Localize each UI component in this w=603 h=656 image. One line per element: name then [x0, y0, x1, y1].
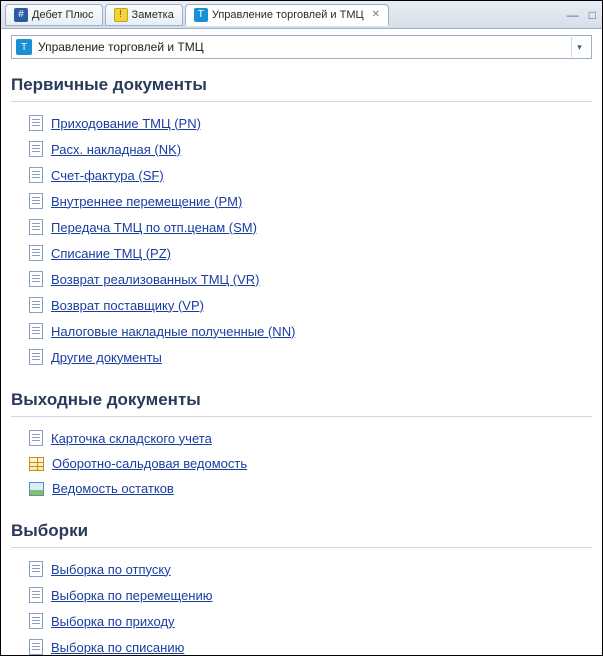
maximize-icon[interactable]: □ — [587, 8, 598, 22]
document-icon — [29, 219, 43, 235]
list-item: Выборка по списанию — [29, 634, 592, 655]
tab-note[interactable]: ! Заметка — [105, 4, 183, 26]
nav-link[interactable]: Другие документы — [51, 350, 162, 365]
document-icon — [29, 430, 43, 446]
report-icon — [29, 482, 44, 496]
nav-link[interactable]: Передача ТМЦ по отп.ценам (SM) — [51, 220, 257, 235]
list-item: Ведомость остатков — [29, 476, 592, 501]
list-item: Оборотно-сальдовая ведомость — [29, 451, 592, 476]
nav-link[interactable]: Внутреннее перемещение (PM) — [51, 194, 242, 209]
tab-label: Заметка — [132, 9, 174, 21]
tab-label: Управление торговлей и ТМЦ — [212, 9, 364, 21]
link-list: Карточка складского учета Оборотно-сальдо… — [29, 425, 592, 501]
section-title: Выборки — [11, 513, 592, 548]
document-icon — [29, 115, 43, 131]
nav-link[interactable]: Выборка по перемещению — [51, 588, 212, 603]
note-icon: ! — [114, 8, 128, 22]
app-icon: # — [14, 8, 28, 22]
document-icon — [29, 297, 43, 313]
section-title: Первичные документы — [11, 67, 592, 102]
list-item: Налоговые накладные полученные (NN) — [29, 318, 592, 344]
tab-bar: # Дебет Плюс ! Заметка T Управление торг… — [1, 1, 602, 29]
nav-link[interactable]: Выборка по приходу — [51, 614, 175, 629]
nav-link[interactable]: Налоговые накладные полученные (NN) — [51, 324, 295, 339]
dropdown-label: Управление торговлей и ТМЦ — [38, 40, 565, 54]
trade-icon: T — [194, 8, 208, 22]
tab-debit-plus[interactable]: # Дебет Плюс — [5, 4, 103, 26]
close-icon[interactable]: ✕ — [372, 9, 380, 20]
module-selector-dropdown[interactable]: T Управление торговлей и ТМЦ ▾ — [11, 35, 592, 59]
nav-link[interactable]: Списание ТМЦ (PZ) — [51, 246, 171, 261]
nav-link[interactable]: Выборка по списанию — [51, 640, 184, 655]
nav-link[interactable]: Карточка складского учета — [51, 431, 212, 446]
document-icon — [29, 587, 43, 603]
document-icon — [29, 167, 43, 183]
toolbar: T Управление торговлей и ТМЦ ▾ — [1, 29, 602, 67]
trade-icon: T — [16, 39, 32, 55]
list-item: Внутреннее перемещение (PM) — [29, 188, 592, 214]
list-item: Расх. накладная (NK) — [29, 136, 592, 162]
tab-label: Дебет Плюс — [32, 9, 94, 21]
list-item: Возврат поставщику (VP) — [29, 292, 592, 318]
list-item: Выборка по отпуску — [29, 556, 592, 582]
list-item: Возврат реализованных ТМЦ (VR) — [29, 266, 592, 292]
document-icon — [29, 349, 43, 365]
tab-trade-management[interactable]: T Управление торговлей и ТМЦ ✕ — [185, 4, 389, 26]
chevron-down-icon[interactable]: ▾ — [571, 37, 587, 57]
list-item: Карточка складского учета — [29, 425, 592, 451]
nav-link[interactable]: Возврат реализованных ТМЦ (VR) — [51, 272, 259, 287]
window-controls: ― □ — [565, 8, 598, 22]
minimize-icon[interactable]: ― — [565, 8, 581, 22]
nav-link[interactable]: Оборотно-сальдовая ведомость — [52, 456, 247, 471]
nav-link[interactable]: Выборка по отпуску — [51, 562, 171, 577]
nav-link[interactable]: Возврат поставщику (VP) — [51, 298, 204, 313]
document-icon — [29, 141, 43, 157]
list-item: Приходование ТМЦ (PN) — [29, 110, 592, 136]
document-icon — [29, 271, 43, 287]
list-item: Выборка по перемещению — [29, 582, 592, 608]
list-item: Счет-фактура (SF) — [29, 162, 592, 188]
list-item: Выборка по приходу — [29, 608, 592, 634]
link-list: Приходование ТМЦ (PN) Расх. накладная (NK… — [29, 110, 592, 370]
list-item: Другие документы — [29, 344, 592, 370]
nav-link[interactable]: Ведомость остатков — [52, 481, 174, 496]
document-icon — [29, 561, 43, 577]
nav-link[interactable]: Счет-фактура (SF) — [51, 168, 164, 183]
content-area: Первичные документы Приходование ТМЦ (PN)… — [1, 67, 602, 655]
document-icon — [29, 245, 43, 261]
document-icon — [29, 639, 43, 655]
list-item: Списание ТМЦ (PZ) — [29, 240, 592, 266]
nav-link[interactable]: Приходование ТМЦ (PN) — [51, 116, 201, 131]
link-list: Выборка по отпуску Выборка по перемещению… — [29, 556, 592, 655]
document-icon — [29, 323, 43, 339]
section-title: Выходные документы — [11, 382, 592, 417]
document-icon — [29, 613, 43, 629]
list-item: Передача ТМЦ по отп.ценам (SM) — [29, 214, 592, 240]
document-icon — [29, 193, 43, 209]
table-icon — [29, 457, 44, 471]
nav-link[interactable]: Расх. накладная (NK) — [51, 142, 181, 157]
